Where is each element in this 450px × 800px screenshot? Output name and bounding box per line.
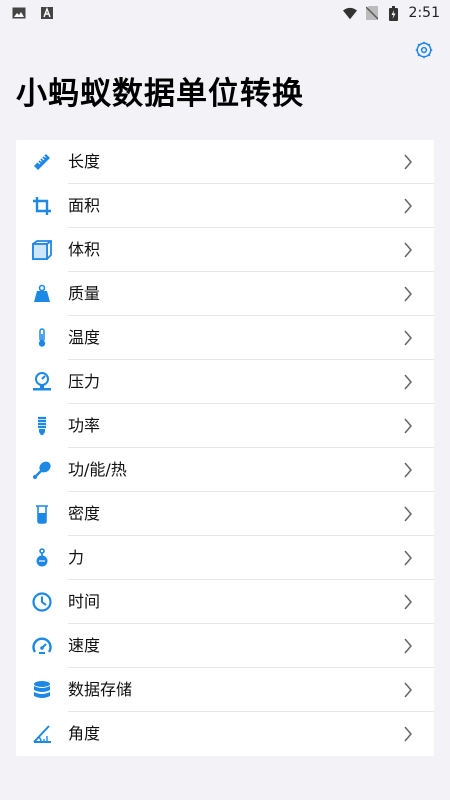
chevron-right-icon [400,418,416,434]
chevron-right-icon [400,726,416,742]
list-item-label: 力 [68,536,434,580]
speedometer-icon [16,624,68,668]
pressure-gauge-icon [16,360,68,404]
list-item-power[interactable]: 功率 [16,404,434,448]
list-item-angle[interactable]: 角度 [16,712,434,756]
chevron-right-icon [400,506,416,522]
status-bar: 2:51 [0,0,450,26]
page-title: 小蚂蚁数据单位转换 [16,76,304,112]
drumstick-icon [16,448,68,492]
list-item-density[interactable]: 密度 [16,492,434,536]
a-icon [40,6,54,20]
ruler-icon [16,140,68,184]
hanging-weight-icon [16,536,68,580]
list-item-label: 数据存储 [68,668,434,712]
list-item-label: 密度 [68,492,434,536]
list-item-area[interactable]: 面积 [16,184,434,228]
chevron-right-icon [400,286,416,302]
chevron-right-icon [400,242,416,258]
bulb-icon [16,404,68,448]
chevron-right-icon [400,374,416,390]
list-item-label: 时间 [68,580,434,624]
chevron-right-icon [400,638,416,654]
list-item-label: 功率 [68,404,434,448]
gear-icon [415,41,433,59]
list-item-label: 角度 [68,724,101,743]
chevron-right-icon [400,682,416,698]
wifi-icon [342,6,357,20]
weight-icon [16,272,68,316]
clock-icon [16,580,68,624]
chevron-right-icon [400,550,416,566]
chevron-right-icon [400,594,416,610]
list-item-label: 质量 [68,272,434,316]
angle-icon [16,712,68,756]
database-icon [16,668,68,712]
list-item-label: 压力 [68,360,434,404]
list-item-force[interactable]: 力 [16,536,434,580]
list-item-time[interactable]: 时间 [16,580,434,624]
list-item-label: 温度 [68,316,434,360]
list-item-volume[interactable]: 体积 [16,228,434,272]
image-icon [12,6,26,20]
chevron-right-icon [400,330,416,346]
crop-icon [16,184,68,228]
list-item-label: 面积 [68,184,434,228]
chevron-right-icon [400,462,416,478]
list-item-pressure[interactable]: 压力 [16,360,434,404]
no-sim-icon [365,6,379,20]
list-item-label: 速度 [68,624,434,668]
settings-button[interactable] [414,40,434,60]
cube-icon [16,228,68,272]
list-item-temperature[interactable]: 温度 [16,316,434,360]
list-item-label: 长度 [68,140,434,184]
chevron-right-icon [400,198,416,214]
thermometer-icon [16,316,68,360]
list-item-length[interactable]: 长度 [16,140,434,184]
battery-icon [387,5,401,21]
chevron-right-icon [400,154,416,170]
list-item-energy[interactable]: 功/能/热 [16,448,434,492]
header-actions [0,26,450,66]
list-item-data-storage[interactable]: 数据存储 [16,668,434,712]
category-list: 长度 面积 体积 质量 温度 压力 功率 功/能/热 密度 力 时间 速度 数据… [16,140,434,756]
list-item-mass[interactable]: 质量 [16,272,434,316]
list-item-label: 功/能/热 [68,448,434,492]
beaker-icon [16,492,68,536]
list-item-speed[interactable]: 速度 [16,624,434,668]
list-item-label: 体积 [68,228,434,272]
clock-time: 2:51 [408,5,440,21]
